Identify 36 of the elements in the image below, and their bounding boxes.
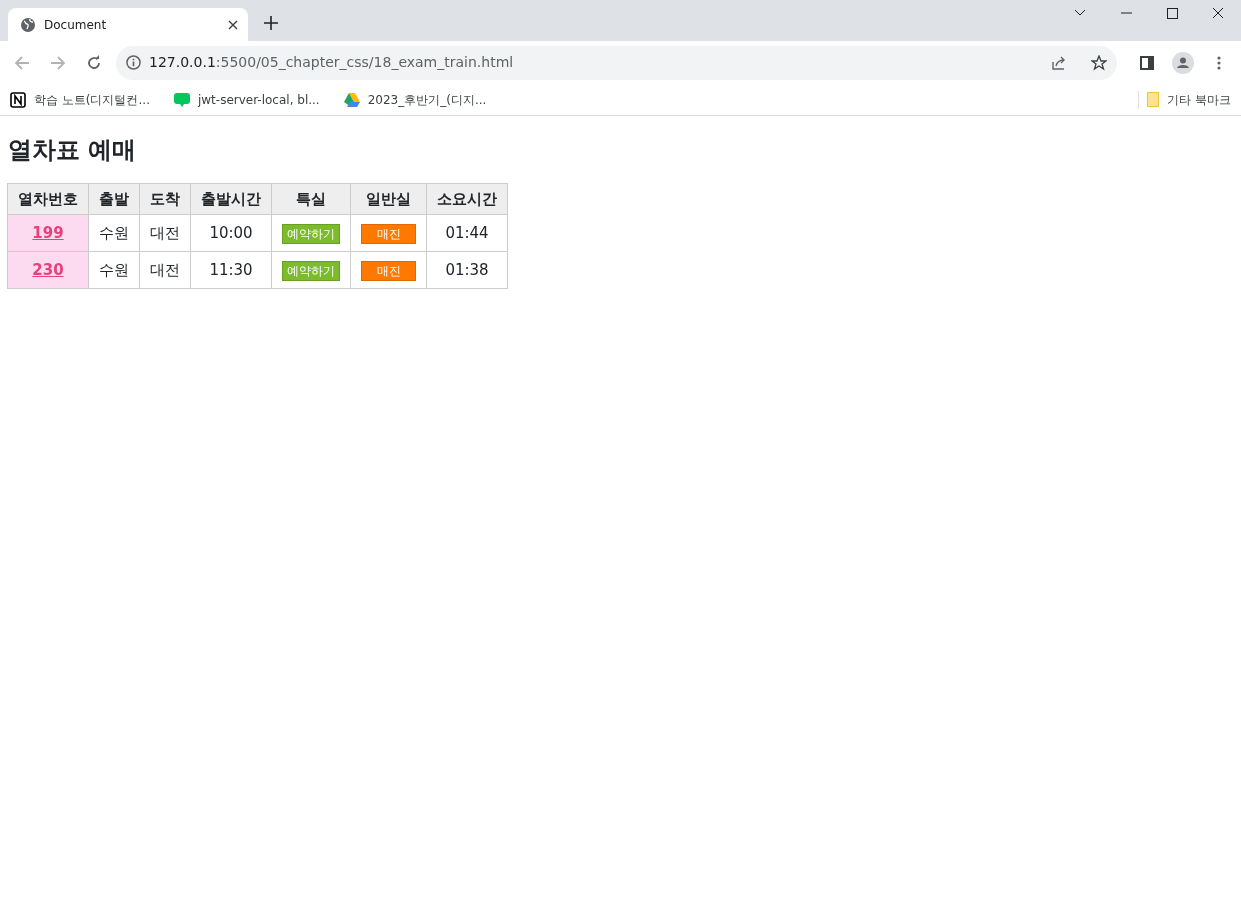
- table-cell: 수원: [88, 251, 140, 289]
- share-icon[interactable]: [1051, 54, 1067, 71]
- tab-title: Document: [44, 16, 108, 34]
- browser-tab[interactable]: Document: [8, 8, 248, 41]
- column-header: 특실: [271, 183, 351, 215]
- url-text: 127.0.0.1:5500/05_chapter_css/18_exam_train.html: [149, 53, 515, 72]
- close-icon[interactable]: [228, 19, 238, 30]
- star-icon[interactable]: [1091, 54, 1107, 71]
- column-header: 출발: [88, 183, 140, 215]
- table-cell: 수원: [88, 214, 140, 252]
- table-cell: 대전: [139, 214, 191, 252]
- sold-out-label: 매진: [361, 260, 416, 281]
- globe-icon: [20, 16, 36, 33]
- sold-out-label: 매진: [361, 223, 416, 244]
- triangle-logo-icon: [343, 92, 360, 107]
- column-header: 열차번호: [7, 183, 89, 215]
- blog-icon: [173, 92, 190, 107]
- column-header: 일반실: [350, 183, 427, 215]
- address-bar[interactable]: 127.0.0.1:5500/05_chapter_css/18_exam_train.html: [116, 45, 1117, 80]
- column-header: 출발시간: [190, 183, 272, 215]
- bookmark-item[interactable]: jwt-server-local, bl...: [173, 90, 320, 109]
- column-header: 소요시간: [426, 183, 508, 215]
- table-cell: 01:38: [426, 251, 508, 289]
- info-icon: [126, 55, 141, 70]
- folder-icon: [1147, 92, 1160, 107]
- notebook-icon: [10, 91, 26, 108]
- page-heading: 열차표 예매: [8, 136, 138, 165]
- column-header: 도착: [139, 183, 191, 215]
- table-cell: 대전: [139, 251, 191, 289]
- bookmark-item[interactable]: 학습 노트(디지털컨...: [10, 90, 150, 109]
- table-cell: 01:44: [426, 214, 508, 252]
- new-tab-icon[interactable]: [264, 16, 278, 30]
- table-cell: 10:00: [190, 214, 272, 252]
- bookmark-item[interactable]: 2023_후반기_(디지...: [343, 90, 487, 109]
- bookmark-folder[interactable]: 기타 북마크: [1138, 90, 1231, 109]
- table-cell: 11:30: [190, 251, 272, 289]
